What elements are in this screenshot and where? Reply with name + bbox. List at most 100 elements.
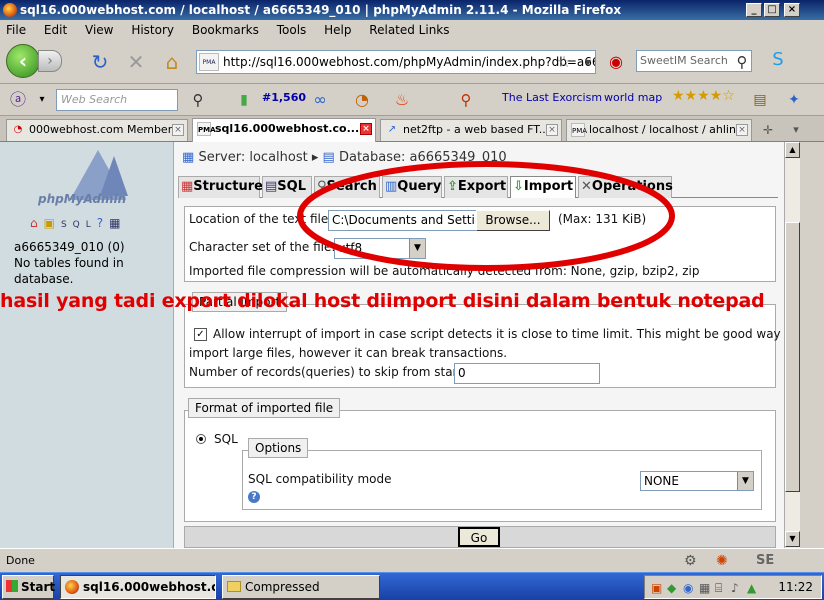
status-text: Done [6, 554, 35, 567]
tab-000webhost-member[interactable]: ◔ 000webhost.com Member... × [6, 119, 188, 141]
tab-close-icon[interactable]: × [360, 123, 372, 135]
tab-label: 000webhost.com Member... [29, 123, 182, 136]
menu-view[interactable]: View [85, 23, 113, 37]
close-button[interactable]: × [784, 3, 800, 17]
sql-icon: ▤ [265, 179, 278, 194]
toolbar-link-world-map[interactable]: world map [604, 91, 662, 104]
taskbar-firefox-label: sql16.000webhost.co... [83, 580, 215, 594]
url-bar[interactable]: PMA http://sql16.000webhost.com/phpMyAdm… [196, 50, 596, 74]
back-button[interactable]: ‹ [6, 44, 40, 78]
menu-tools[interactable]: Tools [277, 23, 307, 37]
server-icon: ▦ [182, 150, 195, 165]
yahoo-icon[interactable]: ⓐ [6, 88, 30, 112]
annotation-ellipse [297, 161, 675, 271]
taskbar-firefox[interactable]: sql16.000webhost.co... [60, 575, 216, 599]
toolbar-link-last-exorcism[interactable]: The Last Exorcism [502, 91, 602, 104]
sql-window-icon[interactable]: ▦ [109, 216, 126, 230]
menu-history[interactable]: History [131, 23, 174, 37]
minimize-button[interactable]: _ [746, 3, 762, 17]
vertical-scrollbar[interactable]: ▲ ▼ [784, 142, 800, 548]
tray-icon-5[interactable]: ⌸ [715, 577, 722, 599]
help-icon[interactable]: ? [248, 491, 260, 503]
tab-close-icon[interactable]: × [546, 124, 558, 136]
scroll-up-icon[interactable]: ▲ [785, 142, 800, 158]
compat-mode-select[interactable]: NONE ▼ [640, 471, 754, 491]
search-icon[interactable]: ⚲ [730, 50, 754, 74]
navigation-toolbar: ‹ › ↻ ✕ ⌂ PMA http://sql16.000webhost.co… [0, 40, 824, 84]
web-search-input[interactable]: Web Search [56, 89, 178, 111]
search-highlight-icon[interactable]: ⚲ [454, 88, 478, 112]
logo-sail-small-icon [100, 156, 128, 196]
tray-alert-icon[interactable]: ▲ [747, 577, 756, 599]
pma-logo[interactable]: phpMyAdmin [38, 192, 126, 206]
chevron-down-icon: ▼ [737, 472, 753, 490]
link-icon[interactable]: ∞ [308, 88, 332, 112]
taskbar-compressed-label: Compressed [245, 580, 320, 594]
help-icon[interactable]: ? [97, 216, 109, 230]
rating-stars-icon[interactable]: ★★★★☆ [672, 88, 735, 104]
addon-toolbar: ⓐ ▾ Web Search ⚲ ▮ #1,560 ∞ ◔ ♨ ⚲ The La… [0, 84, 824, 116]
allow-interrupt-checkbox[interactable]: ✓ [194, 328, 207, 341]
go-button[interactable]: Go [458, 527, 500, 547]
new-tab-icon[interactable]: ✛ [756, 118, 780, 142]
search-engine-icon[interactable]: ◉ [604, 50, 628, 74]
menu-help[interactable]: Help [324, 23, 351, 37]
tray-icon-1[interactable]: ▣ [651, 577, 662, 599]
clock: 11:22 [778, 580, 813, 594]
settings-gear-icon[interactable]: ⚙ [684, 552, 702, 570]
lock-icon[interactable]: ▣ [44, 216, 61, 230]
skype-icon[interactable]: S [766, 48, 790, 72]
sql-format-radio[interactable] [196, 434, 206, 444]
counter-label[interactable]: #1,560 [262, 91, 306, 104]
tab-close-icon[interactable]: × [736, 124, 748, 136]
menu-bookmarks[interactable]: Bookmarks [192, 23, 259, 37]
skip-records-input[interactable]: 0 [454, 363, 600, 384]
status-bar: Done ⚙ ✺ SE [0, 548, 824, 572]
web-search-placeholder: Web Search [61, 93, 128, 106]
tab-net2ftp[interactable]: ↗ net2ftp - a web based FT... × [380, 119, 562, 141]
menu-edit[interactable]: Edit [44, 23, 67, 37]
menu-file[interactable]: File [6, 23, 26, 37]
taskbar: Start sql16.000webhost.co... Compressed … [0, 572, 824, 600]
seo-icon[interactable]: SE [756, 552, 796, 570]
search-icon[interactable]: ⚲ [186, 88, 210, 112]
extra-icon[interactable]: ✦ [782, 88, 806, 112]
tab-favicon-icon: PMA [571, 123, 587, 137]
start-button[interactable]: Start [2, 575, 55, 599]
clock-icon[interactable]: ◔ [350, 88, 374, 112]
tab-label: localhost / localhost / ahlin... [589, 123, 747, 136]
notepad-icon[interactable]: ▤ [748, 88, 772, 112]
allow-interrupt-label-2: import large files, however it can break… [189, 346, 508, 360]
tab-sql16-active[interactable]: PMA sql16.000webhost.co... × [192, 118, 376, 142]
home-icon[interactable]: ⌂ [30, 216, 44, 230]
flame-icon[interactable]: ♨ [390, 88, 414, 112]
scroll-down-icon[interactable]: ▼ [785, 531, 800, 547]
stats-icon[interactable]: ▮ [232, 88, 256, 112]
tray-network-icon[interactable]: ◉ [683, 577, 693, 599]
tab-structure[interactable]: ▦Structure [178, 176, 263, 198]
url-dropdown-icon[interactable]: ▾ [576, 50, 600, 74]
annotation-text: hasil yang tadi export dilokal host diim… [0, 290, 765, 312]
dropdown-icon[interactable]: ▾ [30, 88, 54, 112]
tab-close-icon[interactable]: × [172, 124, 184, 136]
maximize-button[interactable]: □ [764, 3, 780, 17]
menu-related-links[interactable]: Related Links [369, 23, 449, 37]
reload-icon[interactable]: ↻ [88, 50, 112, 74]
addon-status-icon[interactable]: ✺ [716, 552, 744, 570]
taskbar-compressed[interactable]: Compressed [222, 575, 380, 599]
home-icon[interactable]: ⌂ [160, 50, 184, 74]
stop-icon[interactable]: ✕ [124, 50, 148, 74]
sidebar-db-name[interactable]: a6665349_010 (0) [14, 240, 125, 254]
tab-list-icon[interactable]: ▾ [784, 118, 808, 142]
scroll-thumb[interactable] [785, 222, 800, 492]
tab-localhost[interactable]: PMA localhost / localhost / ahlin... × [566, 119, 752, 141]
compat-mode-value: NONE [644, 474, 679, 488]
bookmark-star-icon[interactable]: ☆ [552, 50, 576, 74]
forward-button[interactable]: › [38, 50, 62, 72]
allow-interrupt-label: Allow interrupt of import in case script… [213, 327, 784, 341]
system-tray: ▣ ◆ ◉ ▦ ⌸ ♪ ▲ 11:22 [644, 575, 822, 599]
sql-icon[interactable]: SQL [61, 220, 97, 230]
tray-volume-icon[interactable]: ♪ [731, 577, 739, 599]
tray-icon-4[interactable]: ▦ [699, 577, 710, 599]
tray-icon-2[interactable]: ◆ [667, 577, 676, 599]
